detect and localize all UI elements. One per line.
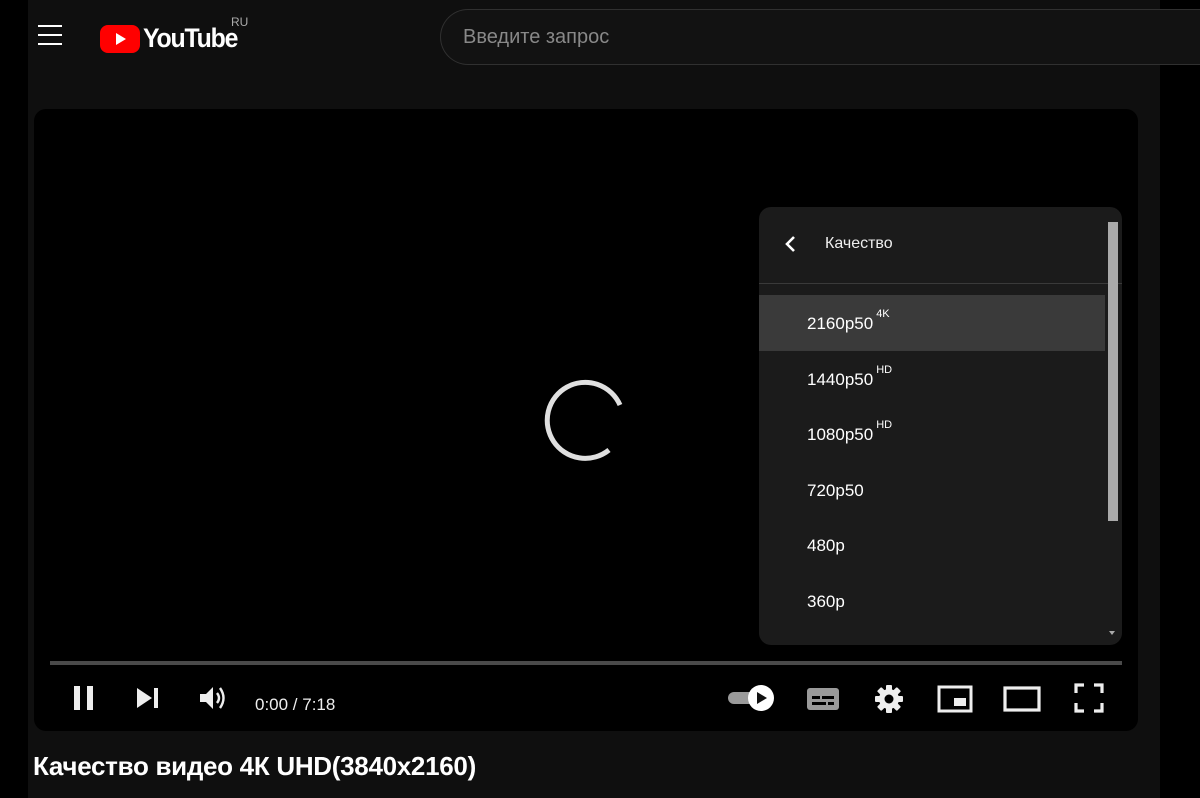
quality-label: 480p (807, 536, 845, 555)
region-label: RU (231, 15, 249, 29)
quality-option-2160p50[interactable]: 2160p50 4K (759, 295, 1105, 351)
menu-icon[interactable] (38, 25, 62, 45)
quality-label: 720p50 (807, 480, 864, 500)
page-edge (1160, 0, 1200, 798)
search-placeholder: Введите запрос (463, 25, 610, 48)
quality-label: 1440p50 (807, 369, 874, 389)
next-icon[interactable] (135, 686, 161, 710)
quality-badge: HD (876, 419, 893, 431)
back-chevron-icon[interactable] (783, 233, 799, 255)
quality-label: 2160p50 (807, 314, 874, 333)
loading-spinner-icon (544, 379, 623, 461)
video-player[interactable]: Качество 2160p50 4K 1440p50 HD 1080p50 HD 7… (34, 109, 1138, 731)
quality-option-1440p50[interactable]: 1440p50 HD (759, 351, 1105, 407)
search-input[interactable]: Введите запрос (440, 9, 1200, 65)
quality-menu: Качество 2160p50 4K 1440p50 HD 1080p50 HD 7… (759, 207, 1122, 645)
quality-option-1080p50[interactable]: 1080p50 HD (759, 406, 1105, 462)
quality-menu-header: Качество (759, 207, 1122, 284)
quality-option-480p[interactable]: 480p (759, 517, 1105, 573)
time-display: 0:00 / 7:18 (255, 695, 336, 714)
scroll-down-arrow-icon[interactable] (1109, 631, 1115, 635)
quality-label: 360p (807, 591, 845, 611)
theater-mode-icon[interactable] (1003, 686, 1041, 712)
miniplayer-icon[interactable] (937, 685, 973, 713)
quality-option-360p[interactable]: 360p (759, 573, 1105, 629)
fullscreen-icon[interactable] (1074, 683, 1104, 713)
settings-icon[interactable] (874, 684, 904, 714)
volume-icon[interactable] (199, 685, 227, 711)
quality-label: 1080p50 (807, 425, 874, 444)
subtitles-icon[interactable] (806, 686, 840, 712)
quality-badge: 4K (876, 308, 890, 320)
logo-text: YouTube (143, 23, 238, 53)
quality-badge: HD (876, 363, 893, 376)
pause-icon[interactable] (72, 685, 96, 711)
quality-option-720p50[interactable]: 720p50 (759, 462, 1105, 518)
quality-menu-title: Качество (825, 235, 893, 252)
quality-list: 2160p50 4K 1440p50 HD 1080p50 HD 720p50 480… (759, 295, 1105, 628)
player-controls: 0:00 / 7:18 (34, 669, 1138, 731)
menu-scrollbar-thumb[interactable] (1108, 222, 1118, 521)
youtube-logo[interactable]: YouTube (100, 23, 245, 54)
progress-bar[interactable] (50, 661, 1122, 665)
video-title: Качество видео 4К UHD(3840x2160) (33, 751, 476, 781)
youtube-logo-icon (100, 24, 140, 53)
autoplay-toggle-icon[interactable] (727, 683, 777, 713)
